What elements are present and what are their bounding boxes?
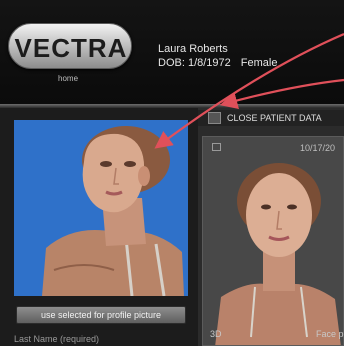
profile-photo[interactable] bbox=[14, 120, 188, 296]
close-patient-data-label[interactable]: CLOSE PATIENT DATA bbox=[227, 113, 322, 123]
vectra-logo[interactable]: VECTRA bbox=[8, 23, 132, 69]
collapse-window-icon[interactable] bbox=[208, 112, 221, 124]
last-name-label: Last Name (required) bbox=[14, 334, 100, 344]
home-link[interactable]: home bbox=[58, 74, 78, 83]
patient-dob: DOB: 1/8/1972 bbox=[158, 57, 231, 69]
capture-3d-label: 3D bbox=[210, 329, 222, 339]
capture-thumbnail-card[interactable] bbox=[202, 136, 344, 346]
use-as-profile-picture-button[interactable]: use selected for profile picture bbox=[16, 306, 186, 324]
capture-date: 10/17/20 bbox=[300, 143, 336, 153]
patient-dob-line: DOB: 1/8/1972 Female bbox=[158, 57, 277, 69]
patient-name: Laura Roberts bbox=[158, 43, 228, 55]
patient-gender: Female bbox=[240, 57, 278, 69]
capture-type-icon bbox=[212, 143, 221, 151]
capture-view-label: Face p bbox=[316, 329, 344, 339]
svg-text:VECTRA: VECTRA bbox=[15, 33, 128, 63]
